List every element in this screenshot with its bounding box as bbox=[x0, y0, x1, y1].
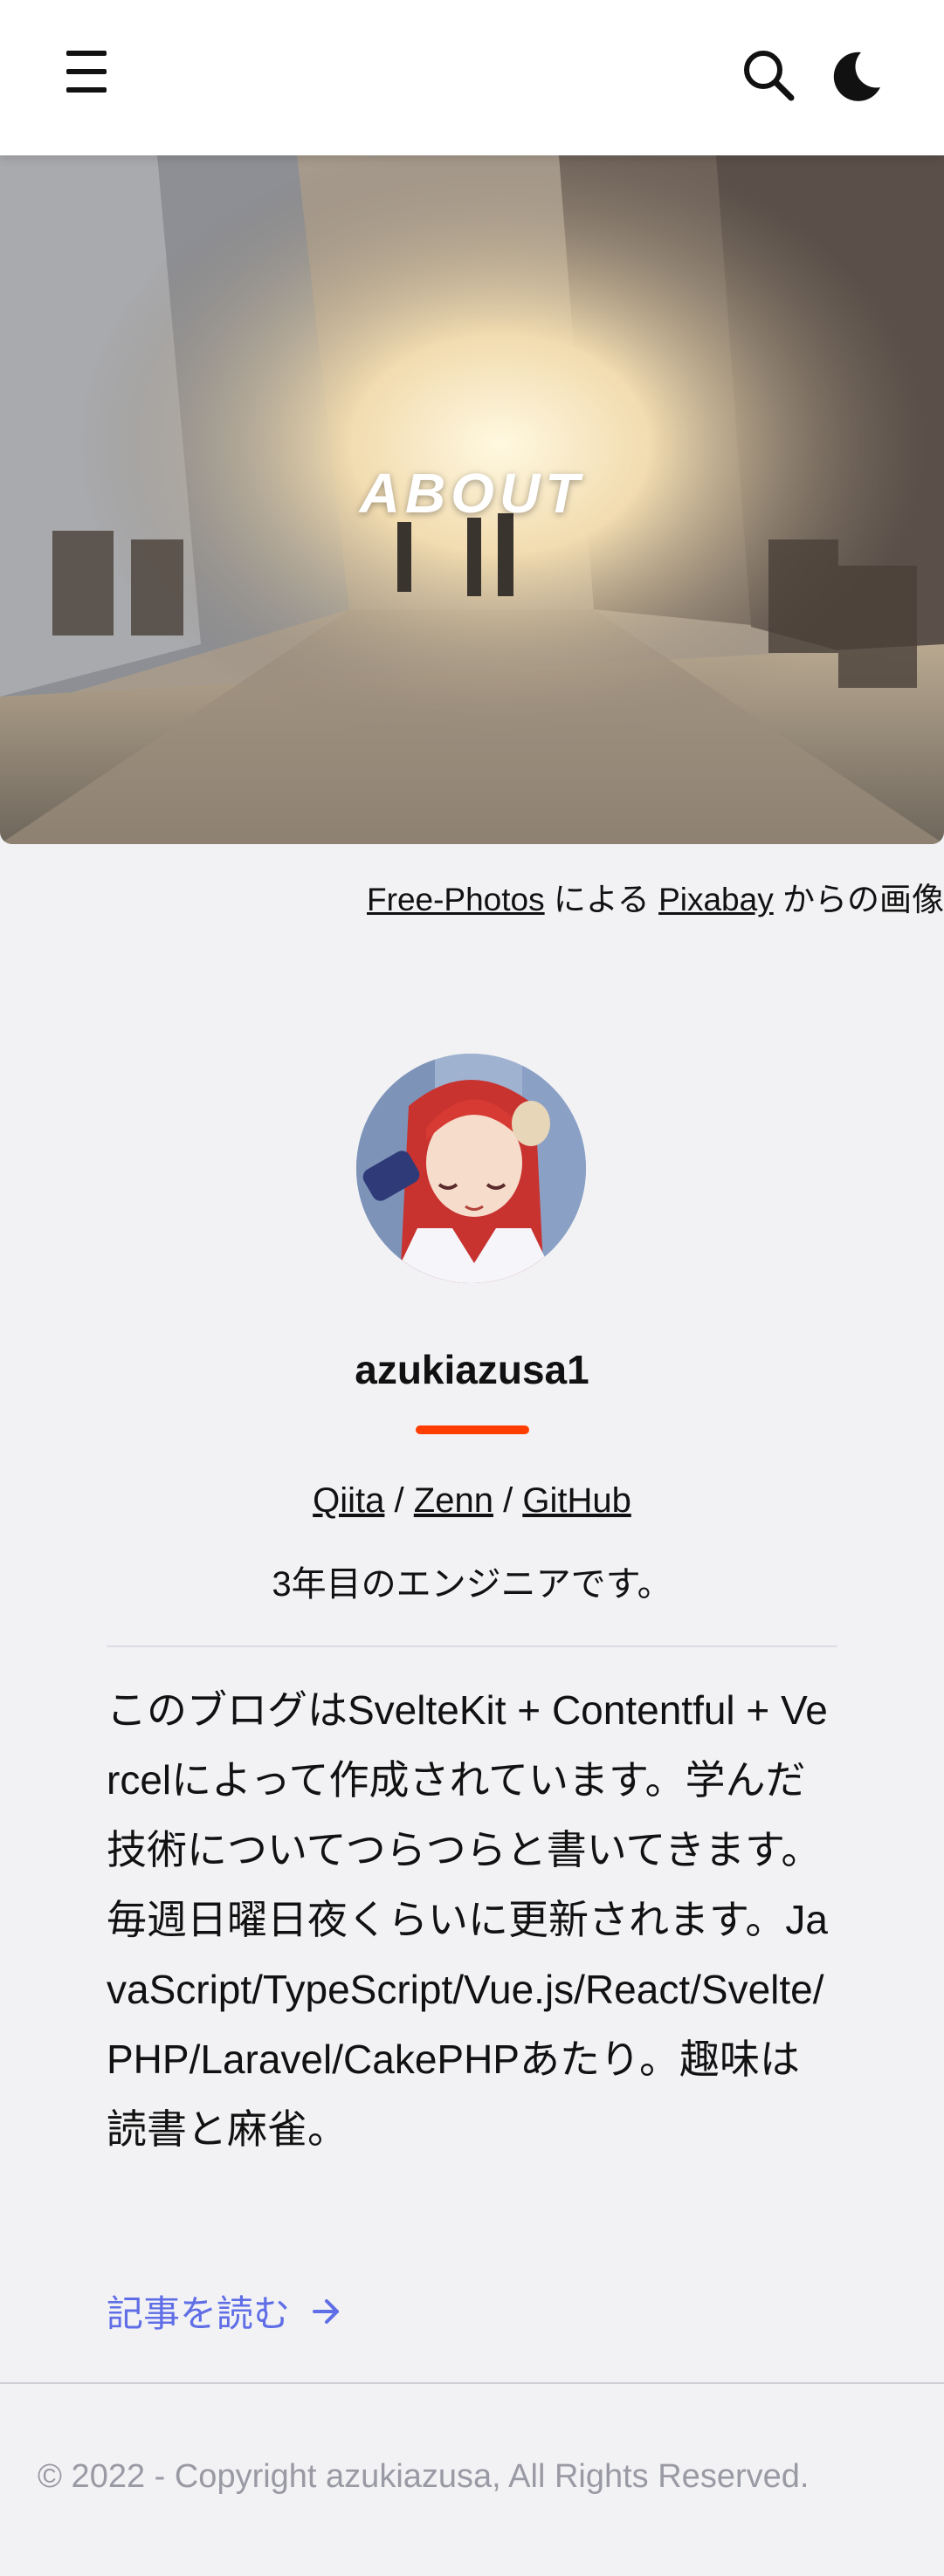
read-articles-link[interactable]: 記事を読む bbox=[107, 2284, 342, 2338]
moon-icon[interactable] bbox=[826, 45, 885, 106]
username-underline bbox=[416, 1425, 529, 1434]
profile-links: Qiita / Zenn / GitHub bbox=[0, 1481, 944, 1521]
credit-by-text: による bbox=[553, 882, 650, 917]
divider bbox=[107, 1645, 837, 1647]
qiita-link[interactable]: Qiita bbox=[313, 1481, 384, 1520]
hero-banner: ABOUT bbox=[0, 155, 944, 844]
profile-bio: このブログはSvelteKit + Contentful + Vercelによっ… bbox=[107, 1687, 828, 2152]
profile-tagline: 3年目のエンジニアです。 bbox=[272, 1565, 672, 1604]
photographer-link[interactable]: Free-Photos bbox=[367, 882, 545, 917]
pixabay-link[interactable]: Pixabay bbox=[658, 882, 774, 917]
footer-copyright: © 2022 - Copyright azukiazusa, All Right… bbox=[38, 2458, 810, 2495]
site-header bbox=[0, 0, 944, 155]
arrow-right-icon bbox=[313, 2298, 340, 2324]
github-link[interactable]: GitHub bbox=[522, 1481, 631, 1520]
hero-title: ABOUT bbox=[359, 462, 585, 525]
avatar bbox=[356, 1054, 586, 1283]
zenn-link[interactable]: Zenn bbox=[414, 1481, 493, 1520]
link-separator: / bbox=[503, 1481, 513, 1520]
image-credit: Free-Photos による Pixabay からの画像 bbox=[367, 873, 944, 920]
footer-divider bbox=[0, 2382, 944, 2384]
search-icon[interactable] bbox=[739, 45, 800, 106]
username: azukiazusa1 bbox=[355, 1347, 589, 1392]
hamburger-menu-icon[interactable] bbox=[59, 45, 114, 98]
read-articles-label: 記事を読む bbox=[107, 2293, 291, 2334]
credit-from-text: からの画像 bbox=[782, 882, 944, 917]
link-separator: / bbox=[394, 1481, 404, 1520]
